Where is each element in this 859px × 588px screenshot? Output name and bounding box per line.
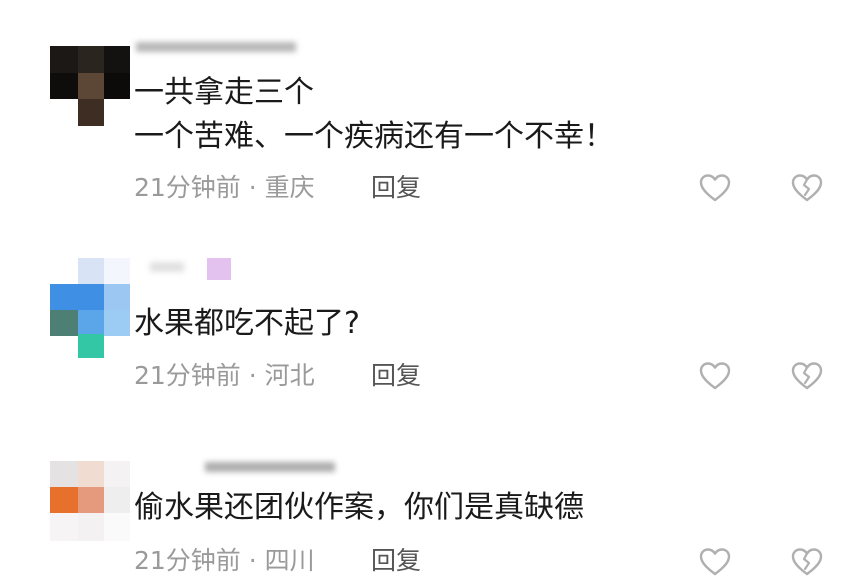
comment-text-line: 偷水果还团伙作案，你们是真缺德	[134, 490, 584, 525]
avatar-pixel	[50, 461, 78, 487]
dislike-button[interactable]	[790, 545, 824, 579]
reply-button[interactable]: 回复	[371, 546, 421, 576]
avatar-pixel	[104, 487, 130, 513]
heart-outline-icon	[699, 548, 731, 576]
meta-separator: ·	[248, 546, 257, 575]
comment-time: 21分钟前	[134, 546, 241, 575]
username-blurred[interactable]	[205, 462, 335, 472]
avatar-pixel	[104, 513, 130, 541]
avatar-pixel	[50, 513, 78, 541]
avatar-pixel	[78, 513, 104, 541]
avatar-pixel	[104, 461, 130, 487]
avatar-pixel	[78, 487, 104, 513]
comment-meta: 21分钟前 · 四川	[134, 546, 315, 576]
avatar-pixel	[78, 461, 104, 487]
comment-item: 偷水果还团伙作案，你们是真缺德 21分钟前 · 四川 回复	[0, 0, 859, 588]
like-button[interactable]	[698, 545, 732, 579]
avatar-pixel	[50, 487, 78, 513]
comment-location: 四川	[264, 546, 315, 575]
avatar[interactable]	[50, 461, 130, 541]
broken-heart-icon	[791, 548, 823, 576]
